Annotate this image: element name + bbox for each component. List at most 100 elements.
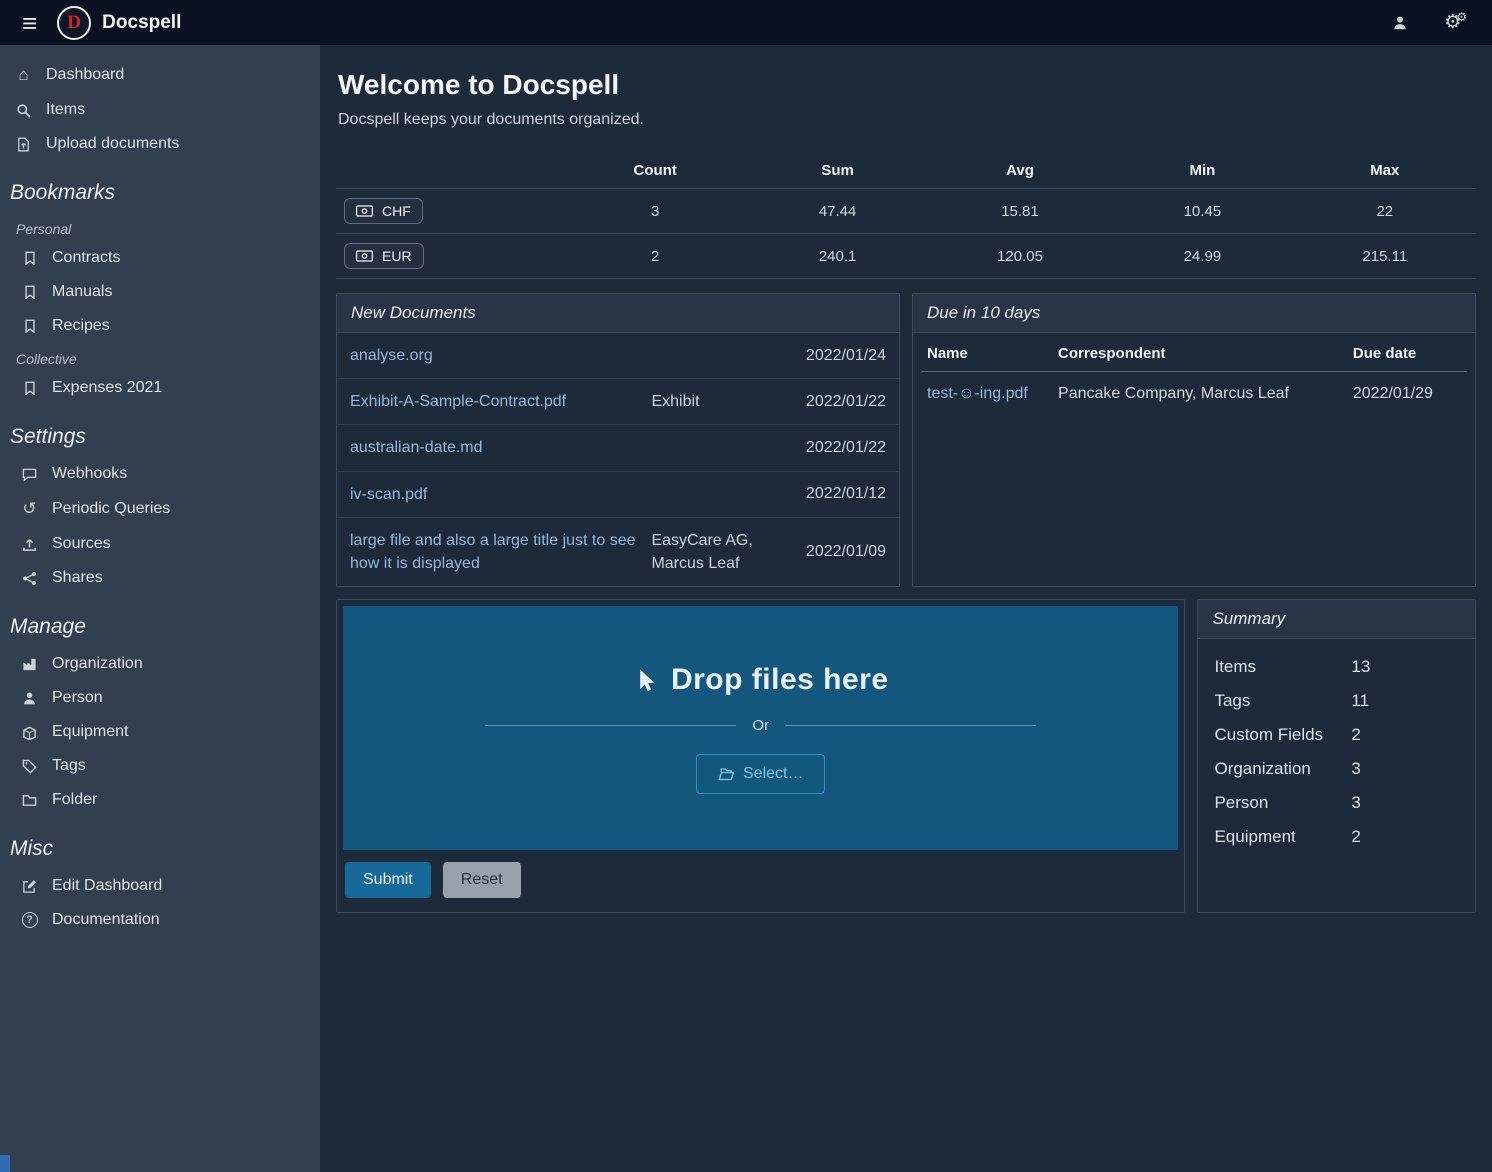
due-name-cell: test-☺-ing.pdf <box>921 372 1052 410</box>
stat-currency-cell: CHF <box>336 189 564 234</box>
misc-heading: Misc <box>0 817 320 869</box>
sidebar-item-periodic-queries[interactable]: ↺ Periodic Queries <box>0 491 320 527</box>
sidebar-item-edit-dashboard[interactable]: Edit Dashboard <box>0 869 320 903</box>
sidebar-item-label: Expenses 2021 <box>52 379 162 397</box>
sidebar-item-documentation[interactable]: ? Documentation <box>0 903 320 937</box>
panels-row-top: New Documents analyse.org 2022/01/24 Exh… <box>336 293 1476 587</box>
panel-title: Due in 10 days <box>913 294 1475 333</box>
reset-button[interactable]: Reset <box>443 862 521 898</box>
select-files-button[interactable]: Select… <box>696 754 825 794</box>
due-header-name: Name <box>921 335 1052 372</box>
sidebar-item-organization[interactable]: Organization <box>0 647 320 681</box>
bookmark-icon <box>20 319 39 333</box>
sidebar-item-label: Edit Dashboard <box>52 877 162 895</box>
document-link[interactable]: test-☺-ing.pdf <box>927 385 1028 402</box>
divider-line <box>785 725 1036 726</box>
upload-actions: Submit Reset <box>343 850 1178 906</box>
menu-button[interactable]: ≡ <box>12 8 47 38</box>
stat-max: 215.11 <box>1294 234 1476 279</box>
document-date: 2022/01/12 <box>806 485 886 503</box>
stat-sum: 47.44 <box>746 189 928 234</box>
stat-count: 3 <box>564 189 746 234</box>
panel-title: New Documents <box>337 294 899 333</box>
document-link[interactable]: australian-date.md <box>350 436 639 459</box>
due-date-cell: 2022/01/29 <box>1347 372 1467 410</box>
document-link[interactable]: analyse.org <box>350 344 639 367</box>
stats-header-empty <box>336 153 564 189</box>
bookmark-icon <box>20 251 39 265</box>
summary-label: Person <box>1214 793 1351 813</box>
stat-min: 10.45 <box>1111 189 1293 234</box>
document-link[interactable]: large file and also a large title just t… <box>350 529 639 575</box>
sidebar-item-label: Organization <box>52 655 143 673</box>
question-circle-icon: ? <box>20 912 39 928</box>
document-link[interactable]: iv-scan.pdf <box>350 483 639 506</box>
sidebar: ⌂ Dashboard Items Upload documents Bookm… <box>0 45 320 1172</box>
tags-icon <box>20 759 39 774</box>
sidebar-item-label: Folder <box>52 791 97 809</box>
summary-label: Custom Fields <box>1214 725 1351 745</box>
user-menu-button[interactable] <box>1379 11 1421 35</box>
list-item: iv-scan.pdf 2022/01/12 <box>337 472 899 518</box>
manage-heading: Manage <box>0 595 320 647</box>
stat-min: 24.99 <box>1111 234 1293 279</box>
upload-panel: Drop files here Or Select… <box>336 599 1185 913</box>
sidebar-item-expenses-2021[interactable]: Expenses 2021 <box>0 371 320 405</box>
sidebar-item-label: Dashboard <box>46 66 124 84</box>
sidebar-item-label: Documentation <box>52 911 160 929</box>
summary-value: 3 <box>1351 793 1360 813</box>
panels-row-bottom: Drop files here Or Select… <box>336 599 1476 913</box>
summary-list: Items 13 Tags 11 Custom Fields 2 Organiz… <box>1198 639 1475 865</box>
stat-currency-cell: EUR <box>336 234 564 279</box>
sidebar-item-webhooks[interactable]: Webhooks <box>0 457 320 491</box>
settings-heading: Settings <box>0 405 320 457</box>
sidebar-item-sources[interactable]: Sources <box>0 527 320 561</box>
sidebar-item-contracts[interactable]: Contracts <box>0 241 320 275</box>
submit-button[interactable]: Submit <box>345 862 431 898</box>
stat-avg: 15.81 <box>929 189 1111 234</box>
sidebar-item-equipment[interactable]: Equipment <box>0 715 320 749</box>
summary-value: 2 <box>1351 827 1360 847</box>
money-bill-icon <box>356 205 373 217</box>
app-brand[interactable]: D Docspell <box>57 6 181 40</box>
document-link[interactable]: Exhibit-A-Sample-Contract.pdf <box>350 390 639 413</box>
due-header-row: Name Correspondent Due date <box>921 335 1467 372</box>
sidebar-item-person[interactable]: Person <box>0 681 320 715</box>
stat-count: 2 <box>564 234 746 279</box>
sidebar-item-items[interactable]: Items <box>0 93 320 127</box>
settings-menu-button[interactable]: ⚙⚙ <box>1431 9 1480 36</box>
industry-icon <box>20 657 39 672</box>
sidebar-item-label: Sources <box>52 535 111 553</box>
document-date: 2022/01/22 <box>806 439 886 457</box>
currency-badge: CHF <box>344 198 423 224</box>
sidebar-item-manuals[interactable]: Manuals <box>0 275 320 309</box>
sidebar-item-folder[interactable]: Folder <box>0 783 320 817</box>
bookmarks-heading: Bookmarks <box>0 161 320 213</box>
document-info: Exhibit <box>651 390 793 413</box>
summary-value: 3 <box>1351 759 1360 779</box>
sidebar-item-shares[interactable]: Shares <box>0 561 320 595</box>
summary-label: Items <box>1214 657 1351 677</box>
divider-line <box>485 725 736 726</box>
drop-title-label: Drop files here <box>671 663 889 697</box>
summary-panel: Summary Items 13 Tags 11 Custom Fields 2 <box>1197 599 1476 913</box>
due-correspondent-cell: Pancake Company, Marcus Leaf <box>1052 372 1347 410</box>
document-date: 2022/01/09 <box>806 543 886 561</box>
stat-max: 22 <box>1294 189 1476 234</box>
sidebar-item-tags[interactable]: Tags <box>0 749 320 783</box>
home-icon: ⌂ <box>14 65 33 85</box>
sidebar-item-recipes[interactable]: Recipes <box>0 309 320 343</box>
summary-value: 11 <box>1351 691 1369 711</box>
app-title: Docspell <box>102 12 181 34</box>
sidebar-item-upload-documents[interactable]: Upload documents <box>0 127 320 161</box>
currency-label: EUR <box>382 248 412 264</box>
sidebar-item-dashboard[interactable]: ⌂ Dashboard <box>0 57 320 93</box>
dropzone[interactable]: Drop files here Or Select… <box>343 606 1178 850</box>
sidebar-item-label: Tags <box>52 757 86 775</box>
search-icon <box>14 103 33 118</box>
stat-avg: 120.05 <box>929 234 1111 279</box>
topbar: ≡ D Docspell ⚙⚙ <box>0 0 1492 45</box>
sidebar-item-label: Recipes <box>52 317 110 335</box>
stats-header-max: Max <box>1294 153 1476 189</box>
cogs-icon: ⚙⚙ <box>1444 13 1467 32</box>
